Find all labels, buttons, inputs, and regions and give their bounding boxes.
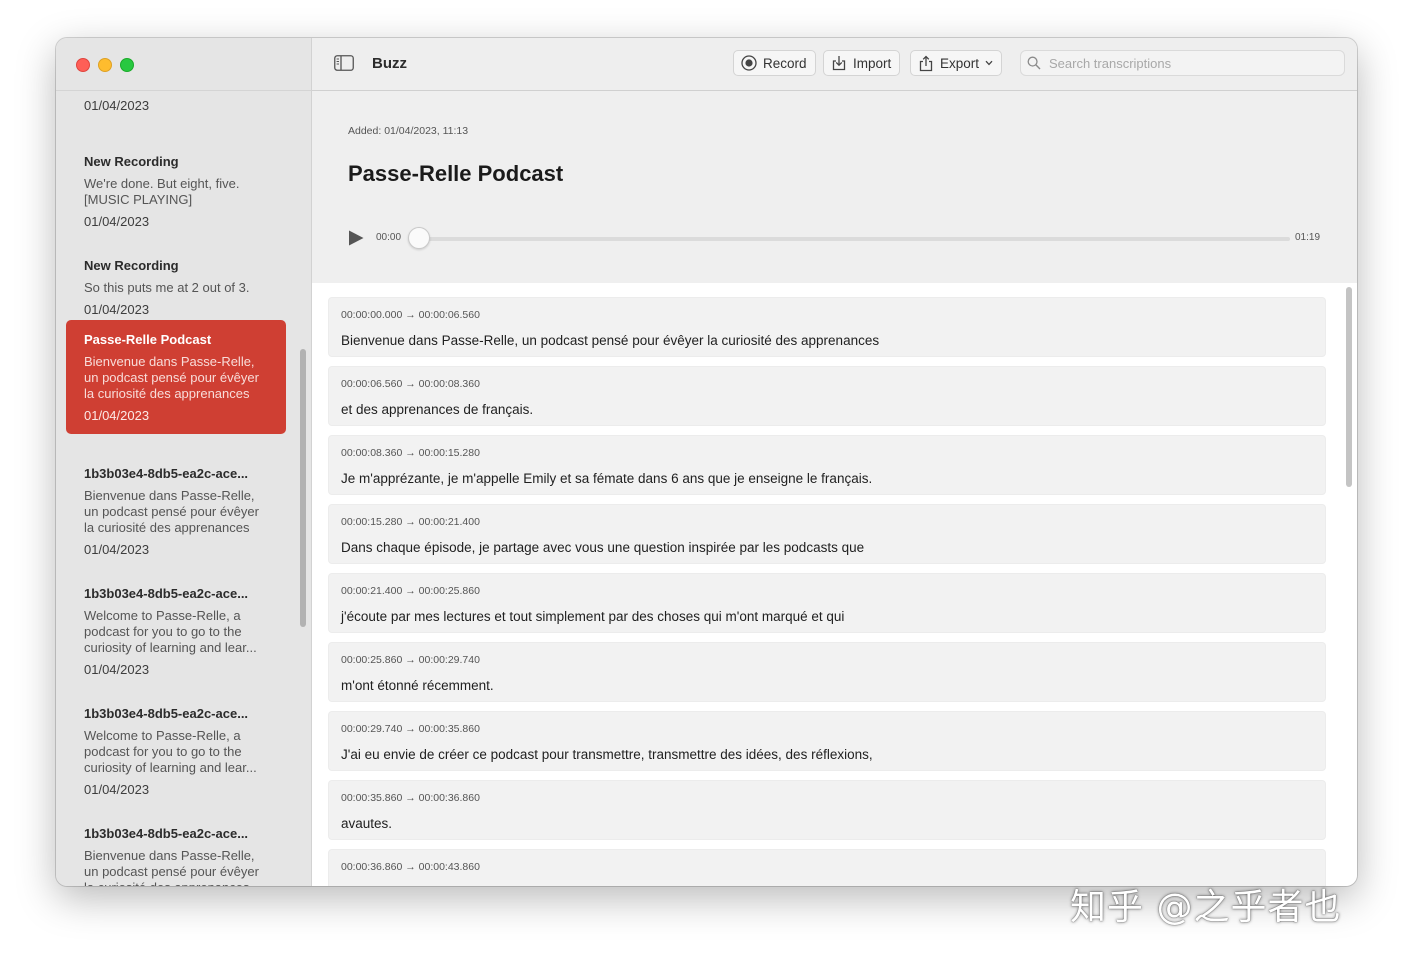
sidebar-item-preview: Welcome to Passe-Relle, a podcast for yo… xyxy=(84,608,257,655)
minimize-window-button[interactable] xyxy=(98,58,112,72)
sidebar-item-title: 1b3b03e4-8db5-ea2c-ace... xyxy=(84,706,249,721)
sidebar-item[interactable]: New Recording So this puts me at 2 out of… xyxy=(66,246,286,318)
play-icon[interactable] xyxy=(347,229,365,247)
segment-text[interactable]: et des apprenances de français. xyxy=(341,402,533,417)
sidebar-item-title: 1b3b03e4-8db5-ea2c-ace... xyxy=(84,466,249,481)
segments-scrollbar[interactable] xyxy=(1346,287,1352,487)
segment-timestamp: 00:00:29.740 → 00:00:35.860 xyxy=(341,723,480,735)
segment-text[interactable]: Bienvenue dans Passe-Relle, un podcast p… xyxy=(341,333,879,348)
sidebar-item[interactable]: New Recording We're done. But eight, five… xyxy=(66,142,286,230)
seek-knob[interactable] xyxy=(408,227,430,249)
sidebar-toggle-icon[interactable] xyxy=(334,55,354,71)
sidebar-item-preview: Bienvenue dans Passe-Relle, un podcast p… xyxy=(84,354,259,401)
record-label: Record xyxy=(763,55,807,71)
sidebar-item-date: 01/04/2023 xyxy=(84,214,150,229)
sidebar-item[interactable]: 1b3b03e4-8db5-ea2c-ace... Bienvenue dans … xyxy=(66,454,286,558)
sidebar: 01/04/2023 New Recording We're done. But … xyxy=(56,38,312,886)
search-icon xyxy=(1027,56,1041,70)
toolbar: Buzz Record Import Export xyxy=(312,38,1357,91)
transcript-segment[interactable]: 00:00:29.740 → 00:00:35.860 J'ai eu envie… xyxy=(328,711,1326,771)
sidebar-item[interactable]: 1b3b03e4-8db5-ea2c-ace... Welcome to Pass… xyxy=(66,694,286,798)
segment-timestamp: 00:00:25.860 → 00:00:29.740 xyxy=(341,654,480,666)
segment-text[interactable]: Dans chaque épisode, je partage avec vou… xyxy=(341,540,864,555)
sidebar-item-title: 1b3b03e4-8db5-ea2c-ace... xyxy=(84,826,249,841)
sidebar-item-preview: Welcome to Passe-Relle, a podcast for yo… xyxy=(84,728,257,775)
segment-timestamp: 00:00:36.860 → 00:00:43.860 xyxy=(341,861,480,873)
transcription-list: 01/04/2023 New Recording We're done. But … xyxy=(56,92,311,886)
record-icon xyxy=(741,55,757,71)
segment-text[interactable]: j'écoute par mes lectures et tout simple… xyxy=(341,609,844,624)
segment-text[interactable]: m'ont étonné récemment. xyxy=(341,678,494,693)
added-timestamp: Added: 01/04/2023, 11:13 xyxy=(348,125,469,137)
zoom-window-button[interactable] xyxy=(120,58,134,72)
search-field[interactable] xyxy=(1020,50,1345,76)
sidebar-item[interactable]: Passe-Relle Podcast Bienvenue dans Passe-… xyxy=(66,320,286,434)
sidebar-item-date: 01/04/2023 xyxy=(84,542,150,557)
segment-timestamp: 00:00:15.280 → 00:00:21.400 xyxy=(341,516,480,528)
segment-timestamp: 00:00:00.000 → 00:00:06.560 xyxy=(341,309,480,321)
sidebar-item-date: 01/04/2023 xyxy=(84,782,150,797)
total-duration: 01:19 xyxy=(1295,232,1321,243)
transcript-segment[interactable]: 00:00:21.400 → 00:00:25.860 j'écoute par … xyxy=(328,573,1326,633)
segment-timestamp: 00:00:08.360 → 00:00:15.280 xyxy=(341,447,480,459)
sidebar-item-preview: Bienvenue dans Passe-Relle, un podcast p… xyxy=(84,488,259,535)
share-icon xyxy=(919,55,933,71)
sidebar-item-preview: So this puts me at 2 out of 3. xyxy=(84,280,250,295)
import-label: Import xyxy=(853,55,892,71)
transcript-segment[interactable]: 00:00:08.360 → 00:00:15.280 Je m'apprézan… xyxy=(328,435,1326,495)
export-label: Export xyxy=(940,55,980,71)
app-window: 01/04/2023 New Recording We're done. But … xyxy=(56,38,1357,886)
current-time: 00:00 xyxy=(376,232,402,243)
sidebar-item-title: New Recording xyxy=(84,258,179,273)
import-icon xyxy=(832,56,846,71)
sidebar-item[interactable]: 1b3b03e4-8db5-ea2c-ace... Welcome to Pass… xyxy=(66,574,286,678)
transcription-header: Added: 01/04/2023, 11:13 Passe-Relle Pod… xyxy=(312,91,1357,283)
window-controls xyxy=(76,58,134,72)
app-title: Buzz xyxy=(372,55,407,72)
sidebar-item-preview: We're done. But eight, five. [MUSIC PLAY… xyxy=(84,176,240,207)
transcription-title: Passe-Relle Podcast xyxy=(348,161,564,186)
sidebar-item-title: Passe-Relle Podcast xyxy=(84,332,212,347)
segment-list: 00:00:00.000 → 00:00:06.560 Bienvenue dan… xyxy=(312,283,1357,886)
sidebar-item-date: 01/04/2023 xyxy=(84,302,150,317)
sidebar-item-preview: Bienvenue dans Passe-Relle, un podcast p… xyxy=(84,848,259,886)
segment-timestamp: 00:00:06.560 → 00:00:08.360 xyxy=(341,378,480,390)
sidebar-item-date: 01/04/2023 xyxy=(84,662,150,677)
close-window-button[interactable] xyxy=(76,58,90,72)
sidebar-item-date: 01/04/2023 xyxy=(84,408,150,423)
transcript-segment[interactable]: 00:00:35.860 → 00:00:36.860 avautes. xyxy=(328,780,1326,840)
sidebar-scrollbar[interactable] xyxy=(300,349,306,627)
export-button[interactable]: Export xyxy=(910,50,1003,76)
chevron-down-icon xyxy=(985,60,993,66)
segment-timestamp: 00:00:21.400 → 00:00:25.860 xyxy=(341,585,480,597)
seek-track[interactable] xyxy=(420,237,1290,241)
segment-text[interactable]: avautes. xyxy=(341,816,392,831)
import-button[interactable]: Import xyxy=(823,50,901,76)
record-button[interactable]: Record xyxy=(733,50,816,76)
transcript-segment[interactable]: 00:00:25.860 → 00:00:29.740 m'ont étonné … xyxy=(328,642,1326,702)
list-item-date: 01/04/2023 xyxy=(84,98,150,113)
transcript-segment[interactable]: 00:00:15.280 → 00:00:21.400 Dans chaque é… xyxy=(328,504,1326,564)
sidebar-item-title: 1b3b03e4-8db5-ea2c-ace... xyxy=(84,586,249,601)
sidebar-item[interactable]: 1b3b03e4-8db5-ea2c-ace... Bienvenue dans … xyxy=(66,814,286,886)
watermark: 知乎 @之乎者也 xyxy=(1070,887,1342,928)
sidebar-divider xyxy=(56,90,311,91)
transcript-segment[interactable]: 00:00:06.560 → 00:00:08.360 et des appren… xyxy=(328,366,1326,426)
segment-text[interactable]: J'ai eu envie de créer ce podcast pour t… xyxy=(341,747,873,762)
segment-text[interactable]: Je m'apprézante, je m'appelle Emily et s… xyxy=(341,471,872,486)
transcript-segment[interactable]: 00:00:00.000 → 00:00:06.560 Bienvenue dan… xyxy=(328,297,1326,357)
sidebar-item-title: New Recording xyxy=(84,154,179,169)
search-input[interactable] xyxy=(1047,54,1341,72)
segment-timestamp: 00:00:35.860 → 00:00:36.860 xyxy=(341,792,480,804)
